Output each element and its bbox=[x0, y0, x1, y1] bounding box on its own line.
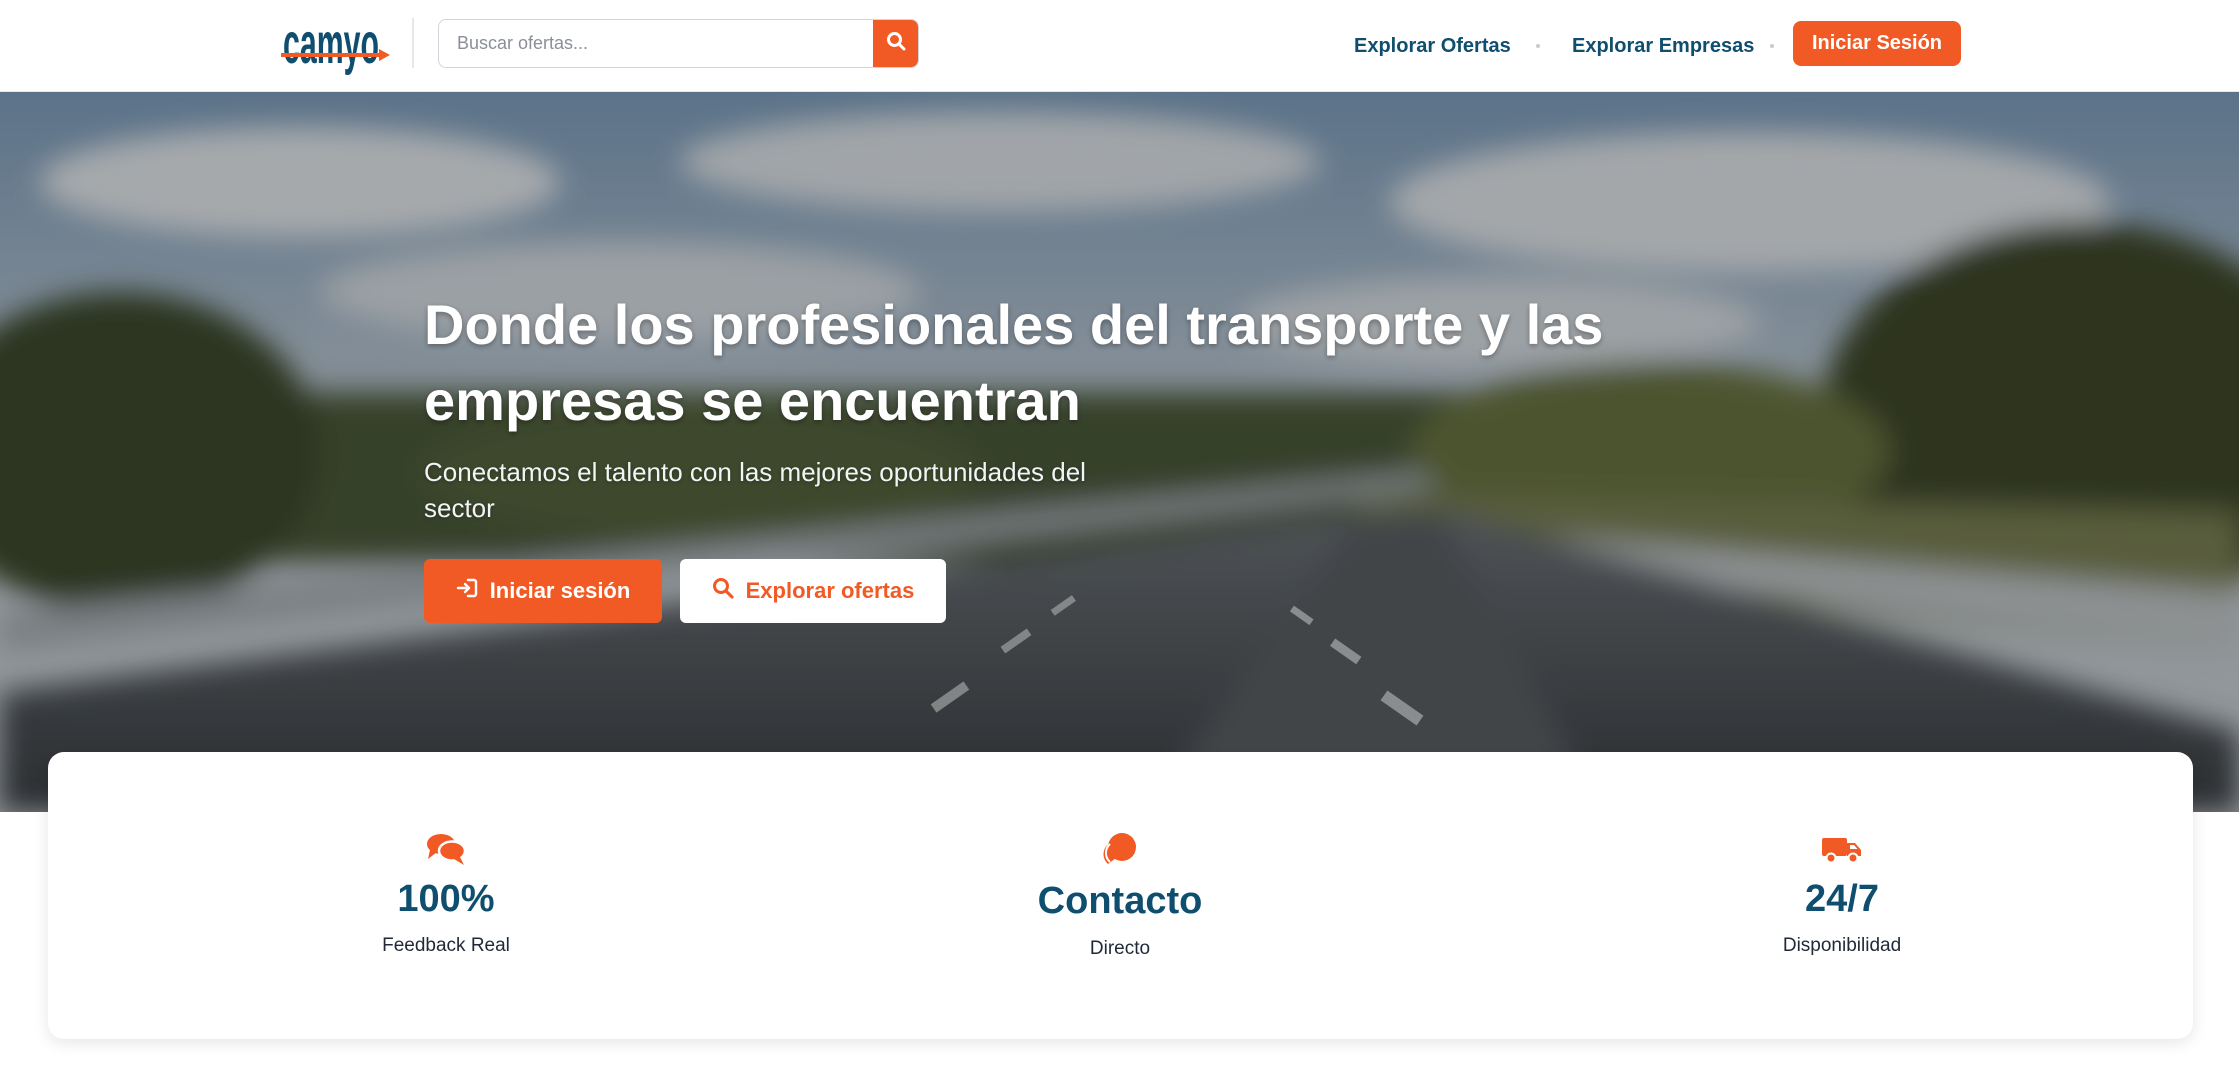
hero-section: Donde los profesionales del transporte y… bbox=[0, 92, 2239, 812]
search-icon bbox=[886, 31, 906, 56]
search-input[interactable] bbox=[439, 20, 873, 67]
truck-icon bbox=[1822, 836, 1862, 869]
stat-label: Directo bbox=[1089, 938, 1151, 959]
stat-value: 100% bbox=[397, 878, 495, 920]
logo-divider bbox=[412, 18, 414, 68]
nav-explorar-ofertas[interactable]: Explorar Ofertas bbox=[1354, 0, 1511, 92]
nav-link-label: Explorar Ofertas bbox=[1354, 34, 1511, 57]
svg-text:camyo: camyo bbox=[283, 12, 379, 76]
header-login-button[interactable]: Iniciar Sesión bbox=[1793, 21, 1961, 66]
nav-explorar-empresas[interactable]: Explorar Empresas bbox=[1572, 0, 1754, 92]
search-icon bbox=[712, 577, 734, 605]
chat-bubble-icon bbox=[1102, 832, 1138, 873]
search-bar bbox=[438, 19, 919, 68]
stat-contact: Contacto Directo bbox=[920, 752, 1320, 1039]
stat-availability: 24/7 Disponibilidad bbox=[1642, 752, 2042, 1039]
hero-explore-label: Explorar ofertas bbox=[745, 578, 915, 603]
search-button[interactable] bbox=[873, 20, 918, 67]
hero-explore-button[interactable]: Explorar ofertas bbox=[680, 559, 946, 623]
nav-separator bbox=[1770, 44, 1774, 48]
stat-label: Feedback Real bbox=[382, 935, 510, 956]
camyo-logo[interactable]: camyo bbox=[281, 12, 391, 76]
hero-login-button[interactable]: Iniciar sesión bbox=[424, 559, 662, 623]
nav-link-label: Explorar Empresas bbox=[1572, 34, 1755, 57]
hero-title: Donde los profesionales del transporte y… bbox=[424, 293, 1604, 432]
hero-login-label: Iniciar sesión bbox=[489, 578, 631, 603]
hero-overlay bbox=[0, 92, 2239, 812]
hero-subtitle: Conectamos el talento con las mejores op… bbox=[424, 457, 1086, 523]
stat-value: Contacto bbox=[1037, 880, 1203, 922]
nav-separator bbox=[1536, 44, 1540, 48]
stats-card: 100% Feedback Real Contacto Directo 24/7… bbox=[48, 752, 2193, 1039]
top-navbar: camyo Explorar Ofertas Explorar Empresas… bbox=[0, 0, 2239, 92]
sign-in-icon bbox=[456, 577, 478, 605]
stat-label: Disponibilidad bbox=[1782, 935, 1902, 956]
stat-feedback: 100% Feedback Real bbox=[246, 752, 646, 1039]
stat-value: 24/7 bbox=[1805, 878, 1879, 920]
comments-icon bbox=[426, 832, 467, 871]
